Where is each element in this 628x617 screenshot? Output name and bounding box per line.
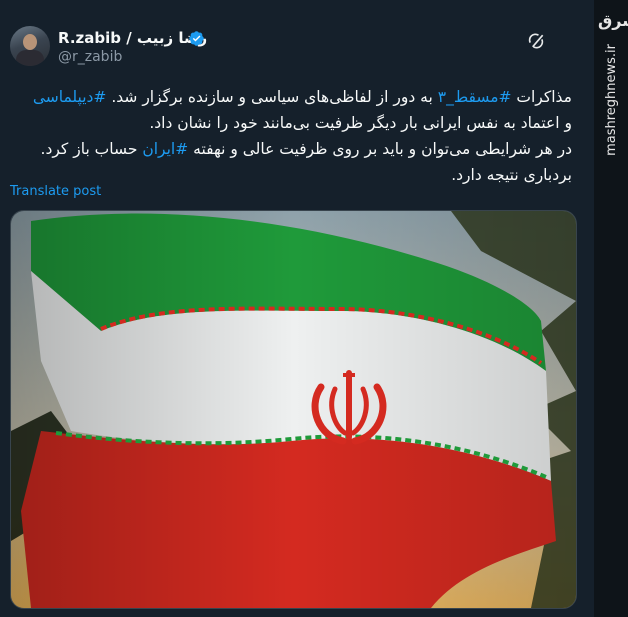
watermark-sidebar: مشرق mashreghnews.ir [594, 0, 628, 617]
mashregh-logo: مشرق [598, 11, 628, 30]
hashtag-link[interactable]: #دیپلماسی [33, 88, 107, 106]
tweet-line: مذاکرات #مسقط_۳ به دور از لفاظی‌های سیاس… [14, 84, 572, 110]
handle[interactable]: @r_zabib [58, 49, 122, 65]
tweet-text-segment: حساب باز کرد. [40, 140, 143, 158]
grok-icon[interactable] [526, 31, 546, 51]
tweet-text-segment: مذاکرات [511, 88, 572, 106]
tweet-line: و اعتماد به نفس ایرانی بار دیگر ظرفیت بی… [14, 110, 572, 136]
tweet-image[interactable] [10, 210, 577, 609]
hashtag-link[interactable]: #ایران [142, 140, 188, 158]
tweet-line: در هر شرایطی می‌توان و باید بر روی ظرفیت… [14, 136, 572, 162]
avatar[interactable] [10, 26, 50, 66]
tweet-text-segment: و اعتماد به نفس ایرانی بار دیگر ظرفیت بی… [149, 114, 572, 132]
translate-post-link[interactable]: Translate post [10, 184, 101, 199]
tweet-text: مذاکرات #مسقط_۳ به دور از لفاظی‌های سیاس… [14, 84, 572, 188]
iran-flag-image [11, 211, 576, 608]
tweet-text-segment: در هر شرایطی می‌توان و باید بر روی ظرفیت… [188, 140, 572, 158]
verified-badge-icon [189, 31, 204, 46]
avatar-body [16, 50, 44, 66]
tweet-text-segment: بردباری نتیجه دارد. [451, 166, 572, 184]
avatar-head [23, 34, 37, 50]
hashtag-link[interactable]: #مسقط_۳ [438, 88, 512, 106]
display-name[interactable]: R.zabib / رضا زبیب [58, 29, 207, 47]
watermark-url: mashreghnews.ir [604, 44, 619, 156]
tweet-text-segment: به دور از لفاظی‌های سیاسی و سازنده برگزا… [106, 88, 438, 106]
